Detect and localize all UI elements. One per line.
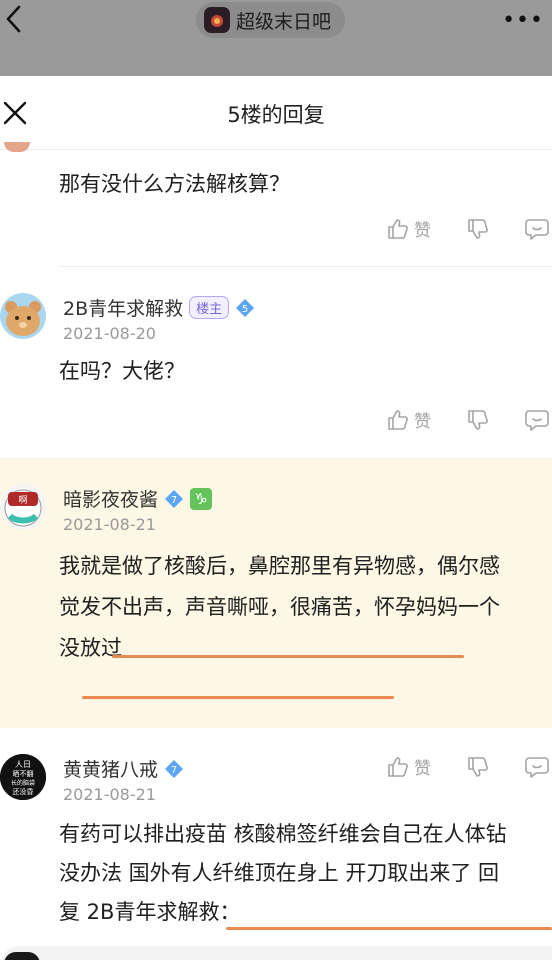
username-text[interactable]: 2B青年求解救	[63, 294, 183, 321]
reply-text-line: 我就是做了核酸后，鼻腔那里有异物感，偶尔感	[59, 554, 500, 578]
svg-text:啊: 啊	[18, 495, 27, 506]
reply-text-line: 没办法 国外有人纤维顶在身上 开刀取出来了 回	[59, 861, 500, 885]
underline-mark	[82, 696, 394, 699]
username-text[interactable]: 黄黄猪八戒	[63, 755, 158, 782]
underline-mark	[226, 927, 552, 930]
thumb-up-icon	[388, 218, 408, 239]
reply-date: 2021-08-20	[63, 324, 156, 343]
level-number: 5	[242, 304, 248, 315]
comment-button[interactable]	[524, 217, 550, 241]
like-label: 赞	[414, 221, 431, 241]
diamond-level-icon: 7	[165, 489, 184, 508]
thumb-down-icon	[468, 218, 488, 239]
svg-text:晒不翻: 晒不翻	[13, 769, 34, 778]
top-bar: 超级末日吧 •••	[0, 0, 552, 76]
reply-date: 2021-08-21	[63, 515, 156, 534]
comment-icon	[525, 409, 549, 431]
forum-logo-icon	[204, 7, 230, 33]
reply-actions: 赞	[386, 407, 550, 432]
level-number: 7	[171, 495, 177, 506]
reply-text-line: 觉发不出声，声音嘶哑，很痛苦，怀孕妈妈一个	[59, 595, 500, 619]
reply-text-line: 没放过	[59, 636, 122, 660]
diamond-level-icon: 7	[165, 759, 184, 778]
svg-text:长的脑袋: 长的脑袋	[11, 779, 35, 787]
comment-icon	[525, 218, 549, 240]
next-reply-bubble	[0, 946, 552, 960]
reply-text: 那有没什么方法解核算？	[59, 172, 290, 196]
reply-text: 在吗？大佬？	[59, 359, 185, 383]
forum-name: 超级末日吧	[236, 10, 332, 33]
diamond-level-icon: 5	[236, 298, 255, 317]
sheet-title: 5楼的回复	[227, 103, 325, 127]
dislike-button[interactable]	[466, 408, 524, 432]
back-icon[interactable]	[4, 4, 24, 34]
thumb-up-icon	[388, 409, 408, 430]
dislike-button[interactable]	[466, 217, 524, 241]
sheet-header: 5楼的回复	[0, 76, 552, 150]
like-button[interactable]: 赞	[386, 216, 466, 241]
avatar[interactable]	[4, 952, 40, 960]
underline-mark	[112, 655, 464, 658]
list-item-highlighted: 啊 暗影夜夜酱 7 ♑ 2021-08-21 我就是做了核酸后，鼻腔那里有异物感…	[0, 458, 552, 779]
reply-sheet: 5楼的回复 那有没什么方法解核算？ 赞 2B青年求解救 楼主 5 2021-08…	[0, 76, 552, 960]
avatar[interactable]	[0, 293, 46, 339]
reply-text-line: 有药可以排出疫苗 核酸棉签纤维会自己在人体钻	[59, 822, 507, 846]
svg-text:还没昏: 还没昏	[13, 787, 34, 796]
level-number: 7	[171, 765, 177, 776]
thumb-down-icon	[468, 409, 488, 430]
reply-date: 2021-08-21	[63, 785, 156, 804]
username: 暗影夜夜酱 7 ♑	[63, 485, 213, 512]
avatar[interactable]: 啊	[0, 484, 46, 530]
host-badge: 楼主	[189, 296, 230, 319]
forum-pill[interactable]: 超级末日吧	[196, 2, 346, 38]
reply-actions: 赞	[386, 216, 550, 241]
username-text[interactable]: 暗影夜夜酱	[63, 485, 158, 512]
like-button[interactable]: 赞	[386, 407, 466, 432]
list-item: 那有没什么方法解核算？ 赞	[0, 150, 552, 266]
list-item: 2B青年求解救 楼主 5 2021-08-20 在吗？大佬？ 赞	[0, 267, 552, 458]
like-label: 赞	[414, 412, 431, 432]
avatar[interactable]: 人日 晒不翻 长的脑袋 还没昏	[0, 754, 46, 800]
more-icon[interactable]: •••	[502, 8, 544, 33]
list-item: 人日 晒不翻 长的脑袋 还没昏 黄黄猪八戒 7 2021-08-21 有药可以排出疫苗…	[0, 728, 552, 960]
reply-text-line: 复 2B青年求解救：	[59, 900, 241, 924]
comment-button[interactable]	[524, 408, 550, 432]
username: 2B青年求解救 楼主 5	[63, 294, 255, 321]
username: 黄黄猪八戒 7	[63, 755, 184, 782]
svg-text:人日: 人日	[15, 760, 31, 769]
capricorn-icon: ♑	[190, 487, 213, 510]
